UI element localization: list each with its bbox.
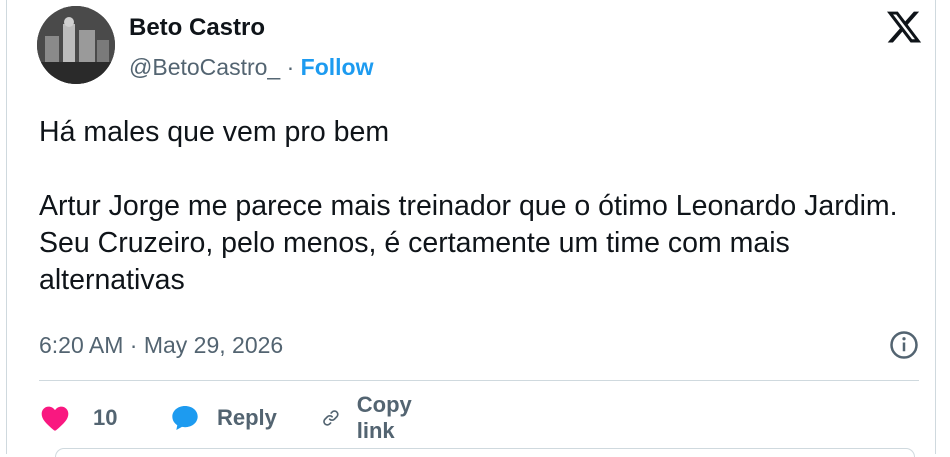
copy-link-label: Copy link — [356, 392, 412, 443]
info-icon[interactable] — [889, 330, 919, 360]
separator-dot: · — [286, 54, 295, 80]
tweet-text-line: Há males que vem pro bem — [39, 116, 390, 148]
like-button[interactable]: 10 — [39, 398, 117, 438]
reply-bubble-icon — [172, 406, 198, 430]
divider — [39, 380, 919, 381]
link-icon — [323, 410, 339, 426]
copy-link-button[interactable]: Copy link — [321, 392, 422, 443]
avatar[interactable] — [37, 6, 115, 84]
author-handle-row: @BetoCastro_ · Follow — [129, 54, 373, 81]
follow-button[interactable]: Follow — [301, 54, 374, 80]
tweet-text: Há males que vem pro bem Artur Jorge me … — [39, 114, 929, 299]
tweet-card: Beto Castro @BetoCastro_ · Follow Há mal… — [6, 0, 936, 457]
avatar-image — [37, 6, 115, 84]
like-count: 10 — [93, 405, 118, 430]
reply-button[interactable]: Reply — [169, 398, 277, 438]
read-replies-bar[interactable] — [55, 448, 915, 457]
tweet-text-line: Artur Jorge me parece mais treinador que… — [39, 190, 898, 296]
reply-label: Reply — [217, 405, 277, 430]
tweet-timestamp[interactable]: 6:20 AM · May 29, 2026 — [39, 332, 283, 359]
x-logo-icon[interactable] — [885, 8, 923, 46]
author-name[interactable]: Beto Castro — [129, 14, 265, 42]
author-handle[interactable]: @BetoCastro_ — [129, 54, 280, 80]
heart-icon — [41, 406, 69, 431]
